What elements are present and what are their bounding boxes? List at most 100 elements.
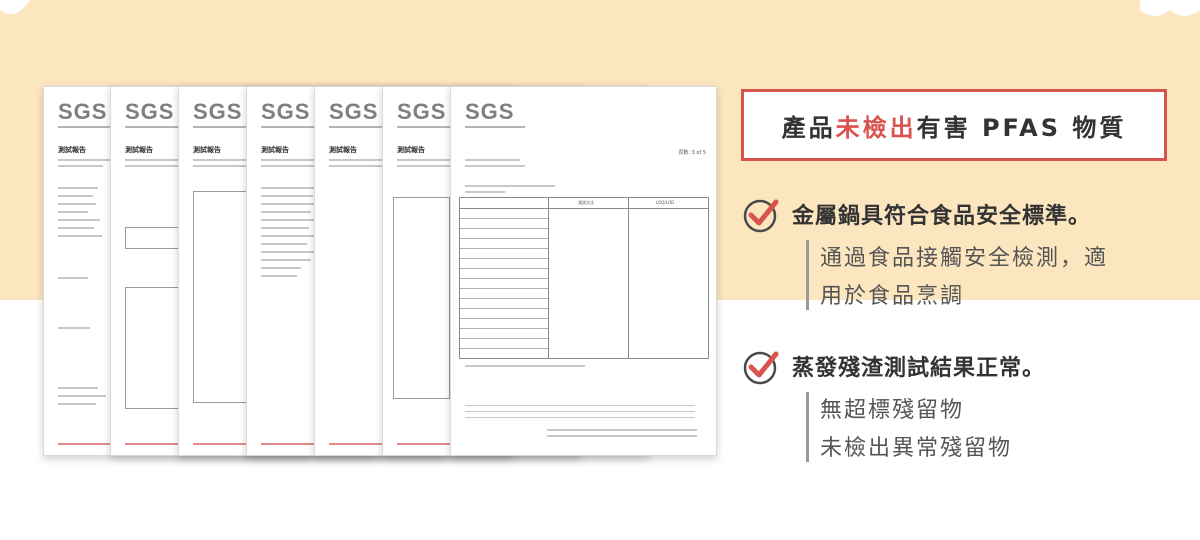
headline-prefix: 產品 [781,113,836,142]
feature-divider [806,240,809,310]
text-line [58,219,100,221]
sgs-logo: SGS [125,99,175,124]
headline-suffix: 有害 PFAS 物質 [916,113,1127,142]
results-table: 測試方法 LOQ/LOD [459,197,709,359]
sgs-logo: SGS [397,99,447,124]
feature-line: 用於食品烹調 [820,284,965,309]
sgs-logo: SGS [261,99,311,124]
logo-underline [397,126,457,128]
text-line [261,251,314,253]
text-line [329,159,384,161]
text-line [261,195,313,197]
report-title: 測試報告 [397,146,425,154]
text-line [261,227,309,229]
feature-line: 未檢出異常殘留物 [820,436,1013,461]
feature-heading: 蒸發殘渣測試結果正常。 [792,356,1046,381]
table-row-divider [460,348,548,349]
sgs-logo: SGS [465,99,515,124]
table-row-divider [460,228,548,229]
text-line [547,435,697,437]
text-line [58,195,93,197]
table-row-divider [460,248,548,249]
text-line [329,165,389,167]
text-line [261,267,301,269]
text-line [58,403,96,405]
text-line [465,191,505,193]
table-column-divider [628,198,629,358]
test-report-page-front: SGS 頁數: 3 of 5 測試方法 LOQ/LOD [450,86,717,456]
text-line [465,159,520,161]
text-line [261,211,311,213]
feature-line: 無超標殘留物 [820,398,965,423]
logo-underline [58,126,118,128]
check-circle-icon [743,351,779,385]
text-line [261,203,317,205]
sgs-logo: SGS [193,99,243,124]
column-header-loq: LOQ/LOD [656,200,675,205]
results-table [125,227,182,249]
logo-underline [261,126,321,128]
page-number: 頁數: 3 of 5 [678,150,706,156]
column-header-method: 測試方法 [578,200,594,205]
text-line [58,211,88,213]
table-row-divider [460,218,548,219]
text-line [465,411,695,412]
table-row-divider [460,318,548,319]
table-row-divider [460,268,548,269]
headline-box: 產品未檢出有害 PFAS 物質 [741,89,1167,161]
text-line [261,243,307,245]
text-line [58,327,90,329]
text-line [261,259,311,261]
logo-underline [329,126,389,128]
text-line [547,429,697,431]
text-line [465,365,585,367]
table-row-divider [460,328,548,329]
logo-underline [125,126,185,128]
text-line [261,219,315,221]
logo-underline [193,126,253,128]
text-line [397,165,457,167]
table-row-divider [460,338,548,339]
report-title: 測試報告 [193,146,221,154]
text-line [465,165,525,167]
feature-divider [806,392,809,462]
table-row-divider [460,288,548,289]
feature-heading: 金屬鍋具符合食品安全標準。 [792,204,1092,229]
text-line [261,235,316,237]
table-row-divider [460,308,548,309]
table-row-divider [460,298,548,299]
text-line [58,395,106,397]
test-report-stack: SGS 測試報告 SGS 測試報告 SGS 測試報告 SGS 測試報告 SGS … [0,0,720,540]
check-circle-icon [743,199,779,233]
feature-line: 通過食品接觸安全檢測，適 [820,246,1109,271]
text-line [465,417,695,418]
text-line [397,159,452,161]
report-title: 測試報告 [329,146,357,154]
sgs-logo: SGS [58,99,108,124]
text-line [125,165,185,167]
text-line [193,159,248,161]
text-line [261,165,321,167]
table-row-divider [460,278,548,279]
logo-underline [465,126,525,128]
text-line [261,159,316,161]
sgs-logo: SGS [329,99,379,124]
text-line [125,159,180,161]
text-line [465,405,695,406]
text-line [58,227,94,229]
text-line [261,275,297,277]
text-line [58,203,96,205]
text-line [193,165,253,167]
text-line [261,187,319,189]
report-title: 測試報告 [58,146,86,154]
text-line [58,187,98,189]
headline-highlight: 未檢出 [835,113,917,142]
text-line [58,165,103,167]
text-line [58,159,118,161]
headline-text: 產品未檢出有害 PFAS 物質 [782,108,1127,143]
text-line [58,387,98,389]
results-table [193,191,250,403]
text-line [465,185,555,187]
report-title: 測試報告 [261,146,289,154]
results-table [125,287,182,409]
